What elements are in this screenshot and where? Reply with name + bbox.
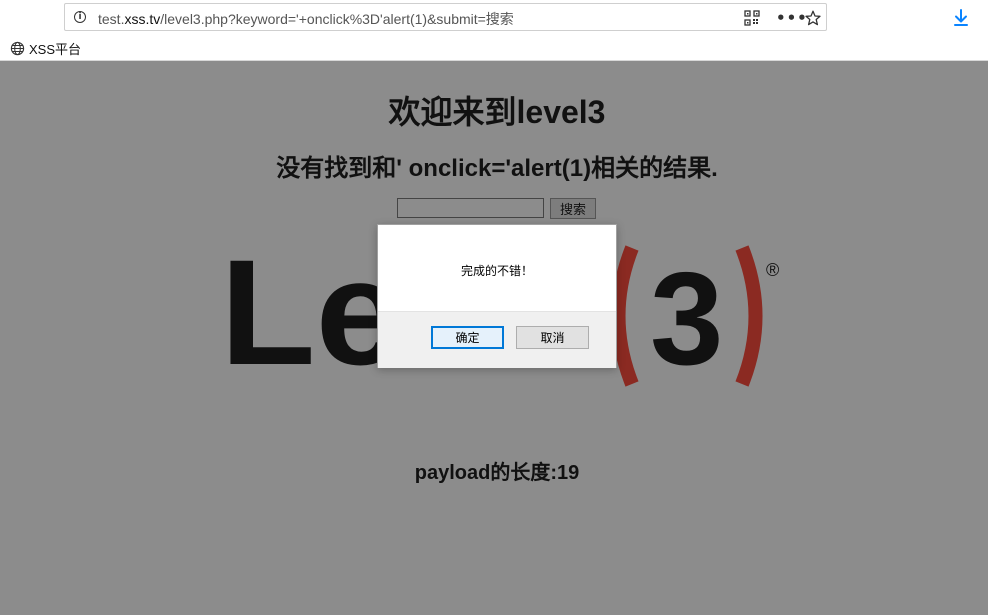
bookmark-label: XSS平台 [29, 41, 82, 57]
url-host: xss.tv [124, 11, 161, 27]
logo-registered-mark: ® [766, 260, 779, 280]
qr-code-icon[interactable] [742, 8, 762, 28]
bookmarks-bar: XSS平台 [0, 36, 988, 61]
url-text[interactable]: test.xss.tv/level3.php?keyword='+onclick… [98, 9, 514, 29]
ok-button[interactable]: 确定 [431, 326, 504, 349]
cancel-button[interactable]: 取消 [516, 326, 589, 349]
alert-dialog: 完成的不错！ 确定 取消 [377, 224, 617, 368]
dialog-message: 完成的不错！ [460, 264, 533, 278]
dialog-footer: 确定 取消 [378, 311, 616, 368]
keyword-input[interactable] [397, 198, 544, 218]
payload-length-text: payload的长度:19 [414, 462, 580, 484]
download-icon[interactable] [950, 7, 972, 29]
bookmark-star-icon[interactable] [803, 8, 823, 28]
address-bar[interactable]: i test.xss.tv/level3.php?keyword='+oncli… [64, 3, 827, 31]
url-prefix: test. [98, 11, 125, 27]
url-path: /level3.php?keyword='+onclick%3D'alert(1… [160, 11, 514, 27]
logo-number: 3 [650, 245, 723, 392]
logo-left-paren [611, 245, 639, 387]
more-actions-icon[interactable]: ••• [776, 8, 807, 28]
browser-toolbar: i test.xss.tv/level3.php?keyword='+oncli… [0, 0, 988, 36]
globe-icon [10, 41, 25, 55]
search-result-message: 没有找到和' onclick='alert(1)相关的结果. [276, 155, 718, 182]
page-title: 欢迎来到level3 [388, 94, 606, 130]
logo-right-paren [735, 245, 763, 387]
bookmark-item-xss[interactable]: XSS平台 [10, 40, 82, 57]
search-button[interactable]: 搜索 [550, 198, 596, 219]
info-icon[interactable]: i [74, 11, 86, 23]
